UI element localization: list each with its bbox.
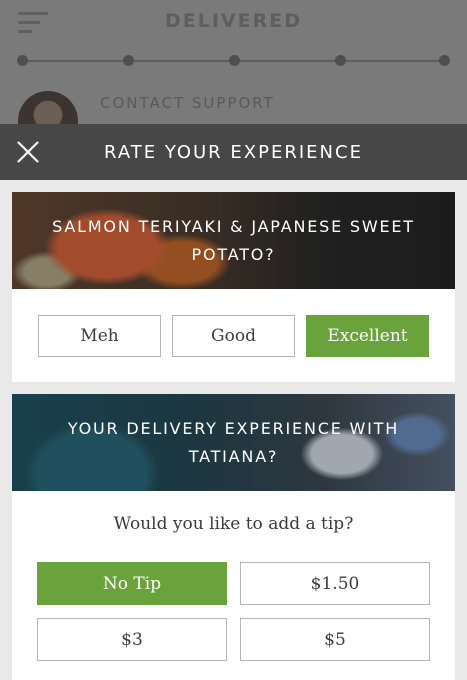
progress-step-dot	[229, 55, 240, 66]
meal-rating-options: Meh Good Excellent	[38, 315, 429, 357]
modal-header: RATE YOUR EXPERIENCE	[0, 124, 467, 180]
close-button[interactable]	[14, 138, 42, 166]
meal-rating-card: SALMON TERIYAKI & JAPANESE SWEET POTATO?…	[12, 192, 455, 382]
background-screen: DELIVERED CONTACT SUPPORT	[0, 0, 467, 151]
contact-support-link: CONTACT SUPPORT	[100, 94, 275, 112]
modal-body: SALMON TERIYAKI & JAPANESE SWEET POTATO?…	[0, 180, 467, 680]
progress-step-dot	[17, 55, 28, 66]
tip-options: No Tip $1.50 $3 $5	[37, 562, 430, 662]
meal-question: SALMON TERIYAKI & JAPANESE SWEET POTATO?	[52, 216, 415, 264]
progress-step-dot	[439, 55, 450, 66]
delivery-question: YOUR DELIVERY EXPERIENCE WITH TATIANA?	[67, 418, 400, 466]
rating-meh-button[interactable]: Meh	[38, 315, 161, 357]
delivery-banner: YOUR DELIVERY EXPERIENCE WITH TATIANA?	[12, 394, 455, 491]
rating-excellent-button[interactable]: Excellent	[306, 315, 429, 357]
tip-3-button[interactable]: $3	[37, 618, 227, 661]
progress-step-dot	[335, 55, 346, 66]
order-status-title: DELIVERED	[165, 10, 302, 32]
meal-banner: SALMON TERIYAKI & JAPANESE SWEET POTATO?	[12, 192, 455, 289]
tip-question: Would you like to add a tip?	[113, 514, 354, 534]
rating-good-button[interactable]: Good	[172, 315, 295, 357]
modal-title: RATE YOUR EXPERIENCE	[104, 141, 363, 163]
tip-1-50-button[interactable]: $1.50	[240, 562, 430, 605]
tip-none-button[interactable]: No Tip	[37, 562, 227, 605]
close-icon	[17, 141, 39, 163]
tip-5-button[interactable]: $5	[240, 618, 430, 661]
progress-step-dot	[123, 55, 134, 66]
delivery-rating-card: YOUR DELIVERY EXPERIENCE WITH TATIANA? W…	[12, 394, 455, 680]
